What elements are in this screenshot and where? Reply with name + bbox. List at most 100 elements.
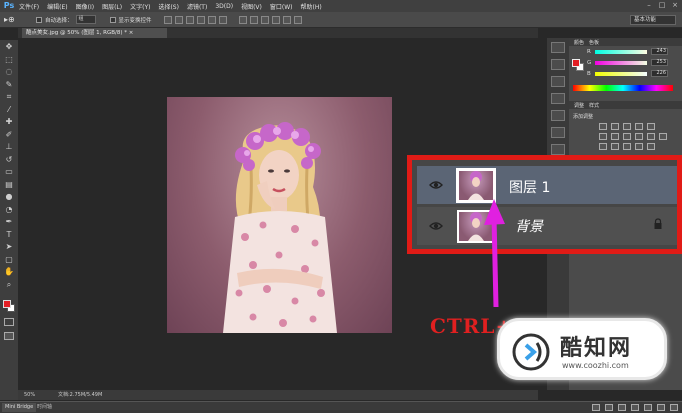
tab-mini-bridge[interactable]: Mini Bridge [2,403,37,412]
r-slider[interactable] [595,49,647,54]
history-panel-icon[interactable] [551,42,565,53]
threshold-icon[interactable] [623,143,631,150]
align-top-icon[interactable] [163,15,172,24]
workspace-dropdown[interactable]: 基本功能 [630,15,676,25]
path-select-tool-icon[interactable]: ➤ [3,242,15,252]
visibility-eye-icon[interactable] [429,220,443,232]
photo-filter-icon[interactable] [635,133,643,140]
tab-swatches[interactable]: 色板 [589,39,599,46]
close-button[interactable]: × [670,1,680,10]
layer-row-background[interactable]: 背景 [417,207,677,245]
align-middle-icon[interactable] [174,15,183,24]
healing-brush-tool-icon[interactable]: ✚ [3,117,15,127]
layer-mask-icon[interactable] [618,404,626,411]
brightness-icon[interactable] [599,123,607,130]
menu-view[interactable]: 视图(V) [241,2,262,11]
properties-panel-icon[interactable] [551,59,565,70]
tab-timeline[interactable]: 时间轴 [34,403,55,412]
posterize-icon[interactable] [611,143,619,150]
menu-window[interactable]: 窗口(W) [270,2,293,11]
vibrance-icon[interactable] [647,123,655,130]
r-value-field[interactable]: 243 [651,48,668,55]
layer-name-layer1[interactable]: 图层 1 [509,177,550,197]
history-brush-tool-icon[interactable]: ↺ [3,155,15,165]
channel-mixer-icon[interactable] [647,133,655,140]
auto-select-dropdown[interactable]: 组 [75,15,96,24]
document-image[interactable] [167,97,392,333]
menu-3d[interactable]: 3D(D) [215,3,233,10]
delete-layer-icon[interactable] [670,404,678,411]
b-value-field[interactable]: 226 [651,70,668,77]
distribute-bottom-icon[interactable] [260,15,269,24]
menu-image[interactable]: 图像(I) [76,2,94,11]
new-group-icon[interactable] [644,404,652,411]
distribute-left-icon[interactable] [271,15,280,24]
layer-name-background[interactable]: 背景 [515,216,543,236]
hand-tool-icon[interactable]: ✋ [3,267,15,277]
visibility-eye-icon[interactable] [429,179,443,191]
align-left-icon[interactable] [196,15,205,24]
move-tool-preset-icon[interactable]: ▸⊕ [4,14,22,26]
show-transform-checkbox[interactable] [109,16,116,23]
lasso-tool-icon[interactable]: ◌ [3,67,15,77]
pen-tool-icon[interactable]: ✒ [3,217,15,227]
clone-stamp-tool-icon[interactable]: ⊥ [3,142,15,152]
brush-panel-icon[interactable] [551,93,565,104]
distribute-top-icon[interactable] [238,15,247,24]
maximize-button[interactable]: □ [657,1,667,10]
eraser-tool-icon[interactable]: ▭ [3,167,15,177]
align-center-icon[interactable] [207,15,216,24]
color-balance-icon[interactable] [611,133,619,140]
distribute-middle-icon[interactable] [249,15,258,24]
menu-help[interactable]: 帮助(H) [301,2,322,11]
shape-tool-icon[interactable]: ▢ [3,255,15,265]
marquee-tool-icon[interactable]: ⬚ [3,55,15,65]
document-tab[interactable]: 酷点美女.jpg @ 50% (图层 1, RGB/8) * × [22,28,167,38]
levels-icon[interactable] [611,123,619,130]
minimize-button[interactable]: – [644,1,654,10]
hue-saturation-icon[interactable] [599,133,607,140]
b-slider[interactable] [595,71,647,76]
menu-type[interactable]: 文字(Y) [130,2,150,11]
curves-icon[interactable] [623,123,631,130]
menu-filter[interactable]: 滤镜(T) [187,2,207,11]
panel-foreground-chip[interactable] [572,59,580,67]
exposure-icon[interactable] [635,123,643,130]
move-tool-icon[interactable]: ✥ [3,42,15,52]
tool-presets-panel-icon[interactable] [551,144,565,155]
g-slider[interactable] [595,60,647,65]
type-tool-icon[interactable]: T [3,230,15,240]
zoom-level[interactable]: 50% [24,390,35,400]
character-panel-icon[interactable] [551,110,565,121]
black-white-icon[interactable] [623,133,631,140]
paragraph-panel-icon[interactable] [551,127,565,138]
align-right-icon[interactable] [218,15,227,24]
menu-select[interactable]: 选择(S) [158,2,179,11]
tab-styles[interactable]: 样式 [589,102,599,109]
align-bottom-icon[interactable] [185,15,194,24]
eyedropper-tool-icon[interactable]: ⁄ [3,105,15,115]
zoom-tool-icon[interactable]: ⌕ [3,280,15,290]
tab-color[interactable]: 颜色 [574,39,584,46]
color-spectrum-bar[interactable] [573,85,673,91]
gradient-map-icon[interactable] [635,143,643,150]
dodge-tool-icon[interactable]: ◔ [3,205,15,215]
gradient-tool-icon[interactable]: ▤ [3,180,15,190]
quick-select-tool-icon[interactable]: ✎ [3,80,15,90]
color-lookup-icon[interactable] [659,133,667,140]
link-layers-icon[interactable] [592,404,600,411]
adjustment-layer-icon[interactable] [631,404,639,411]
layer-row-layer1[interactable]: 图层 1 [417,166,677,204]
menu-edit[interactable]: 编辑(E) [47,2,67,11]
menu-file[interactable]: 文件(F) [19,2,39,11]
blur-tool-icon[interactable]: ● [3,192,15,202]
distribute-right-icon[interactable] [293,15,302,24]
layer-style-icon[interactable] [605,404,613,411]
crop-tool-icon[interactable]: ⌗ [3,92,15,102]
new-layer-icon[interactable] [657,404,665,411]
tab-adjustments[interactable]: 调整 [574,102,584,109]
foreground-color-swatch[interactable] [3,300,11,308]
info-panel-icon[interactable] [551,76,565,87]
selective-color-icon[interactable] [647,143,655,150]
menu-layer[interactable]: 图层(L) [102,2,122,11]
